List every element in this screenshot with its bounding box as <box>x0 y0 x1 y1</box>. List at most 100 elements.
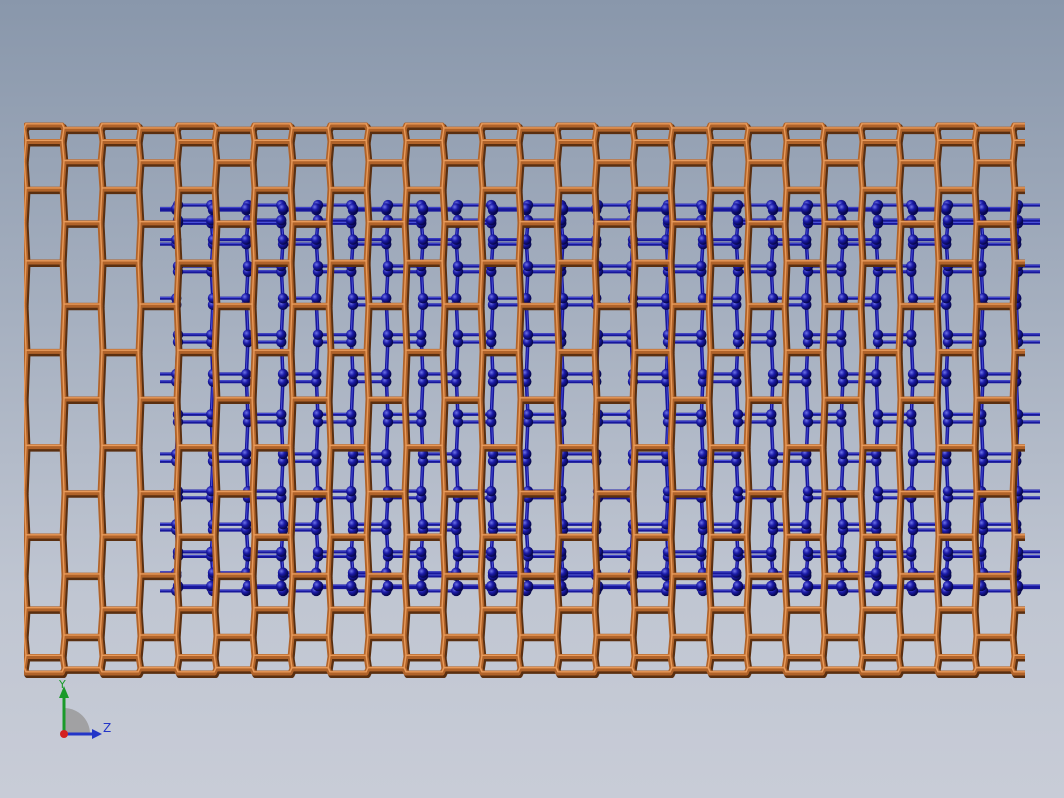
inner-atom <box>451 519 462 530</box>
inner-atom <box>452 329 464 340</box>
inner-atom <box>907 203 919 214</box>
inner-bond-highlight <box>1051 497 1053 529</box>
outer-bond <box>1050 305 1052 351</box>
outer-bond-shadow <box>1052 164 1054 191</box>
inner-bond <box>1051 272 1053 305</box>
inner-atom <box>381 203 392 214</box>
inner-atom <box>381 448 392 460</box>
inner-atom <box>766 329 777 340</box>
inner-bond-highlight <box>1051 529 1053 555</box>
inner-atom <box>696 329 707 340</box>
inner-atom <box>522 329 534 340</box>
inner-bond <box>1051 573 1053 586</box>
graphics-viewport[interactable]: Y Z <box>0 0 1064 798</box>
inner-bond <box>106 342 108 382</box>
inner-atom <box>766 546 777 558</box>
inner-bond-highlight <box>106 373 108 413</box>
inner-atom <box>872 329 884 340</box>
inner-atom <box>346 580 357 592</box>
inner-atom <box>801 368 812 380</box>
inner-atom <box>486 409 497 420</box>
inner-bond-highlight <box>106 271 108 304</box>
inner-atom <box>416 214 427 226</box>
inner-atom <box>801 203 812 214</box>
inner-atom <box>837 519 849 530</box>
inner-atom <box>837 234 849 245</box>
inner-atom <box>871 368 882 380</box>
inner-atom <box>277 567 289 578</box>
inner-atom <box>277 292 289 304</box>
inner-atom <box>732 214 744 226</box>
inner-bond-highlight <box>1051 575 1053 587</box>
inner-atom <box>417 292 429 304</box>
inner-bond-highlight <box>106 421 108 460</box>
inner-atom <box>241 519 252 530</box>
outer-bond-shadow <box>1052 191 1054 225</box>
inner-atom <box>696 580 707 592</box>
inner-bond-highlight <box>106 297 108 334</box>
inner-bond <box>106 498 108 530</box>
inner-bond-highlight <box>1051 490 1053 523</box>
outer-bond <box>1050 262 1052 305</box>
inner-bond-highlight <box>1051 453 1053 490</box>
inner-bond-highlight <box>1051 204 1053 207</box>
inner-bond-highlight <box>1051 460 1053 497</box>
inner-bond-highlight <box>1051 414 1053 454</box>
inner-bond-highlight <box>106 453 108 490</box>
inner-atom <box>382 329 394 340</box>
inner-atom <box>731 567 742 578</box>
inner-atom <box>451 448 462 460</box>
inner-atom <box>276 329 287 340</box>
inner-bond-highlight <box>1051 208 1053 220</box>
inner-atom <box>907 234 919 245</box>
inner-atom <box>941 234 952 245</box>
inner-atom <box>346 409 357 420</box>
inner-atom <box>836 546 847 558</box>
outer-bond-shadow <box>1052 671 1054 675</box>
inner-atom <box>241 234 252 245</box>
nanotube-model[interactable] <box>0 0 1064 798</box>
inner-atom <box>417 368 429 380</box>
outer-bond-shadow <box>1052 658 1054 670</box>
inner-bond-highlight <box>106 208 108 220</box>
inner-atom <box>487 368 499 380</box>
inner-atom <box>907 292 919 304</box>
inner-bond-highlight <box>1051 265 1053 297</box>
outer-bond <box>1050 536 1052 575</box>
inner-bond <box>1051 552 1053 573</box>
inner-atom <box>311 519 322 530</box>
inner-atom <box>906 409 917 420</box>
outer-bond-shadow <box>1052 538 1054 577</box>
inner-atom <box>486 546 497 558</box>
inner-atom <box>906 546 917 558</box>
inner-bond-highlight <box>1051 297 1053 334</box>
inner-atom <box>487 234 499 245</box>
inner-bond <box>1051 298 1053 335</box>
outer-bond-shadow <box>1052 353 1054 401</box>
inner-atom <box>732 409 744 420</box>
inner-atom <box>836 580 847 592</box>
outer-bond <box>1050 493 1052 536</box>
outer-bond <box>1050 129 1052 141</box>
inner-bond <box>1051 240 1053 266</box>
inner-atom <box>451 203 462 214</box>
inner-bond <box>1051 414 1053 454</box>
inner-atom <box>451 368 462 380</box>
inner-bond-highlight <box>106 572 108 585</box>
inner-atom <box>731 203 742 214</box>
inner-atom <box>802 329 814 340</box>
inner-atom <box>346 329 357 340</box>
inner-atom <box>346 485 357 497</box>
inner-bond-highlight <box>1051 204 1053 209</box>
inner-bond <box>1051 556 1053 575</box>
inner-atom <box>731 519 742 530</box>
inner-atom <box>311 368 322 380</box>
inner-bond-highlight <box>1051 421 1053 460</box>
outer-bond <box>1050 609 1052 636</box>
inner-atom <box>802 580 814 592</box>
inner-bond-highlight <box>1051 373 1053 413</box>
inner-bond <box>106 208 108 220</box>
inner-atom <box>837 292 849 304</box>
inner-atom <box>346 214 357 226</box>
inner-bond-highlight <box>1051 551 1053 572</box>
